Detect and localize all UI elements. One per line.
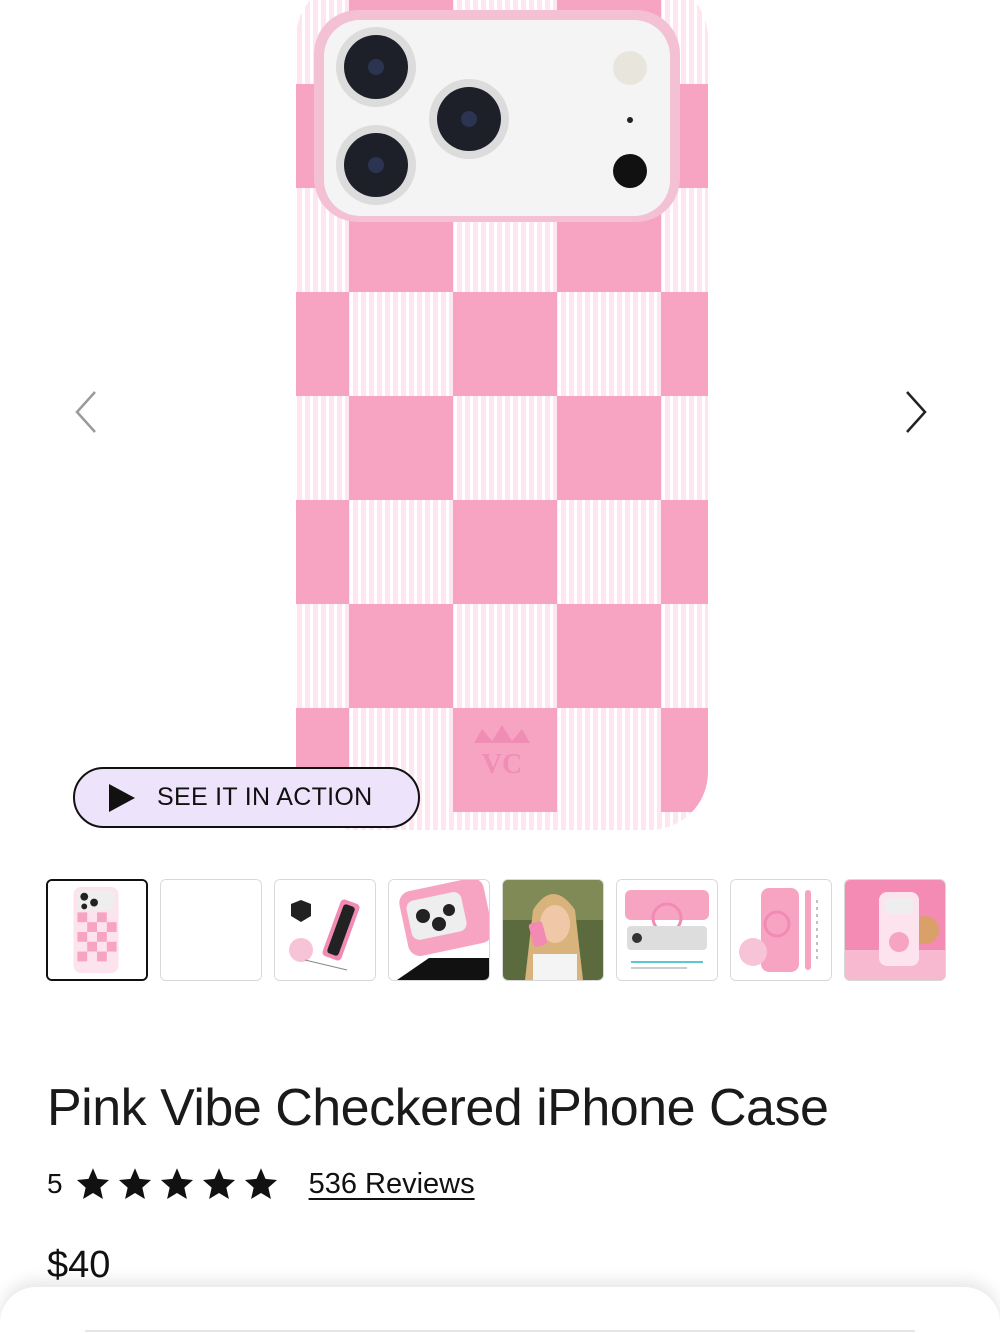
next-image-button[interactable] <box>894 385 938 439</box>
thumbnail-4[interactable] <box>388 879 490 981</box>
star-icon <box>160 1168 193 1199</box>
product-image: VC <box>296 0 708 830</box>
svg-text:VC: VC <box>482 749 522 780</box>
product-rating: 5 536 Reviews <box>47 1163 475 1205</box>
product-title: Pink Vibe Checkered iPhone Case <box>47 1079 829 1137</box>
chevron-left-icon <box>75 391 96 433</box>
thumbnail-3[interactable] <box>274 879 376 981</box>
star-icon <box>202 1168 235 1199</box>
thumbnail-8[interactable] <box>844 879 946 981</box>
thumbnail-7[interactable] <box>730 879 832 981</box>
thumbnail-5[interactable] <box>502 879 604 981</box>
thumbnail-6[interactable] <box>616 879 718 981</box>
video-button-label: SEE IT IN ACTION <box>157 783 373 811</box>
see-it-in-action-button[interactable]: SEE IT IN ACTION <box>73 767 420 828</box>
product-gallery: VC SEE IT IN ACTION <box>0 0 1000 860</box>
sheet-divider <box>85 1330 915 1332</box>
thumbnail-strip <box>46 879 946 981</box>
thumbnail-2[interactable] <box>160 879 262 981</box>
rating-value: 5 <box>47 1168 63 1199</box>
bottom-sheet <box>0 1287 1000 1333</box>
star-icon <box>76 1168 109 1199</box>
previous-image-button[interactable] <box>64 385 108 439</box>
play-icon <box>109 783 135 812</box>
star-icon <box>118 1168 151 1199</box>
thumbnail-1[interactable] <box>46 879 148 981</box>
star-rating <box>75 1166 279 1202</box>
reviews-link[interactable]: 536 Reviews <box>309 1168 475 1201</box>
chevron-right-icon <box>906 391 927 433</box>
crown-logo-icon: VC <box>474 725 530 780</box>
star-icon <box>244 1168 277 1199</box>
product-price: $40 <box>47 1244 111 1286</box>
